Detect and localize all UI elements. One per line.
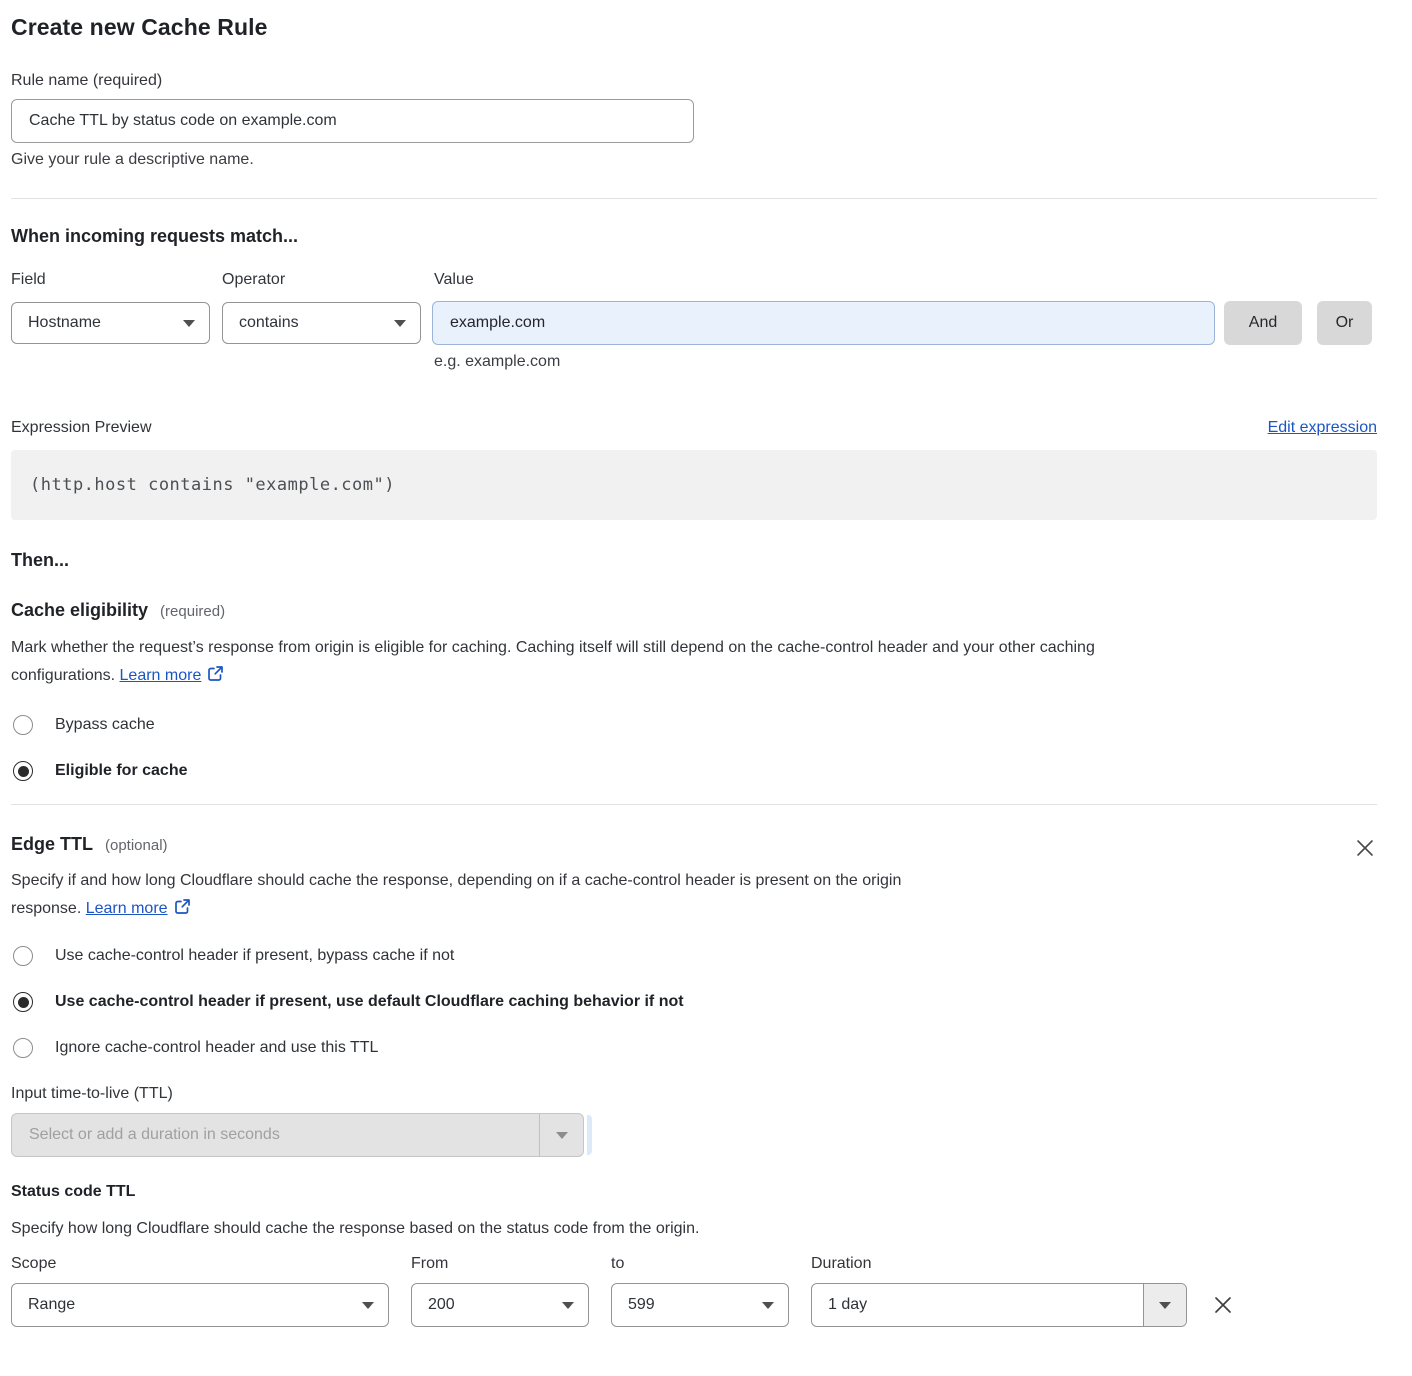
and-button[interactable]: And	[1224, 301, 1302, 345]
radio-button[interactable]	[13, 946, 33, 966]
rule-name-input[interactable]	[11, 99, 694, 143]
external-link-icon	[174, 898, 191, 915]
scope-select[interactable]: Range	[11, 1283, 389, 1327]
duration-select-value: 1 day	[812, 1284, 1143, 1326]
scope-label: Scope	[11, 1255, 411, 1273]
status-code-ttl-description: Specify how long Cloudflare should cache…	[11, 1215, 1377, 1243]
expression-preview-block: (http.host contains "example.com")	[11, 450, 1377, 520]
field-label: Field	[11, 271, 222, 289]
section-divider	[11, 804, 1377, 805]
operator-select[interactable]: contains	[222, 302, 421, 344]
to-select-value: 599	[628, 1296, 655, 1314]
edge-ttl-optional-badge: (optional)	[105, 837, 168, 854]
chevron-down-icon	[183, 320, 195, 327]
edit-expression-link[interactable]: Edit expression	[1268, 419, 1377, 437]
duration-select[interactable]: 1 day	[811, 1283, 1187, 1327]
operator-label: Operator	[222, 271, 434, 289]
expression-code: (http.host contains "example.com")	[30, 475, 395, 495]
duration-label: Duration	[811, 1255, 871, 1273]
radio-option-bypass-cache[interactable]: Bypass cache	[13, 715, 1377, 735]
radio-option-bypass-if-no-header[interactable]: Use cache-control header if present, byp…	[13, 946, 1377, 966]
radio-button[interactable]	[13, 715, 33, 735]
to-select[interactable]: 599	[611, 1283, 789, 1327]
radio-label[interactable]: Bypass cache	[55, 716, 155, 734]
status-code-ttl-heading: Status code TTL	[11, 1183, 1377, 1201]
operator-select-value: contains	[239, 314, 299, 332]
edge-ttl-description: Specify if and how long Cloudflare shoul…	[11, 867, 1377, 923]
chevron-down-icon	[1143, 1284, 1186, 1326]
or-button[interactable]: Or	[1317, 301, 1372, 345]
cache-eligibility-required-badge: (required)	[160, 603, 225, 620]
ttl-input-label: Input time-to-live (TTL)	[11, 1085, 1377, 1103]
chevron-down-icon	[362, 1302, 374, 1309]
from-select[interactable]: 200	[411, 1283, 589, 1327]
adjacent-input-edge	[587, 1115, 592, 1155]
from-select-value: 200	[428, 1296, 455, 1314]
chevron-down-icon	[394, 320, 406, 327]
to-label: to	[611, 1255, 811, 1273]
cache-eligibility-heading: Cache eligibility	[11, 600, 148, 621]
radio-button[interactable]	[13, 1038, 33, 1058]
learn-more-link[interactable]: Learn more	[86, 900, 168, 917]
ttl-duration-select-disabled: Select or add a duration in seconds	[11, 1113, 584, 1157]
field-select-value: Hostname	[28, 314, 101, 332]
edge-ttl-heading: Edge TTL	[11, 834, 93, 855]
learn-more-link[interactable]: Learn more	[120, 667, 202, 684]
then-heading: Then...	[11, 550, 1377, 571]
radio-label[interactable]: Ignore cache-control header and use this…	[55, 1039, 378, 1057]
value-help: e.g. example.com	[434, 353, 1377, 371]
radio-option-eligible-for-cache[interactable]: Eligible for cache	[13, 761, 1377, 781]
page-title: Create new Cache Rule	[11, 14, 1377, 41]
radio-label[interactable]: Use cache-control header if present, use…	[55, 993, 684, 1011]
chevron-down-icon	[539, 1114, 583, 1156]
value-input[interactable]	[432, 301, 1215, 345]
match-heading: When incoming requests match...	[11, 226, 1377, 247]
radio-label[interactable]: Eligible for cache	[55, 762, 187, 780]
rule-name-help: Give your rule a descriptive name.	[11, 151, 1377, 169]
expression-preview-label: Expression Preview	[11, 419, 152, 437]
radio-label[interactable]: Use cache-control header if present, byp…	[55, 947, 454, 965]
value-label: Value	[434, 271, 474, 289]
radio-button-selected[interactable]	[13, 761, 33, 781]
cache-eligibility-description: Mark whether the request’s response from…	[11, 634, 1377, 690]
section-divider	[11, 198, 1377, 199]
radio-button-selected[interactable]	[13, 992, 33, 1012]
rule-name-label: Rule name (required)	[11, 72, 1377, 90]
close-icon[interactable]	[1355, 838, 1375, 858]
ttl-placeholder: Select or add a duration in seconds	[12, 1114, 539, 1156]
create-cache-rule-form: Create new Cache Rule Rule name (require…	[0, 0, 1412, 1327]
from-label: From	[411, 1255, 611, 1273]
chevron-down-icon	[562, 1302, 574, 1309]
external-link-icon	[207, 665, 224, 682]
chevron-down-icon	[762, 1302, 774, 1309]
field-select[interactable]: Hostname	[11, 302, 210, 344]
remove-row-icon[interactable]	[1212, 1294, 1234, 1316]
scope-select-value: Range	[28, 1296, 75, 1314]
radio-option-default-caching-behavior[interactable]: Use cache-control header if present, use…	[13, 992, 1377, 1012]
radio-option-ignore-header-use-ttl[interactable]: Ignore cache-control header and use this…	[13, 1038, 1377, 1058]
